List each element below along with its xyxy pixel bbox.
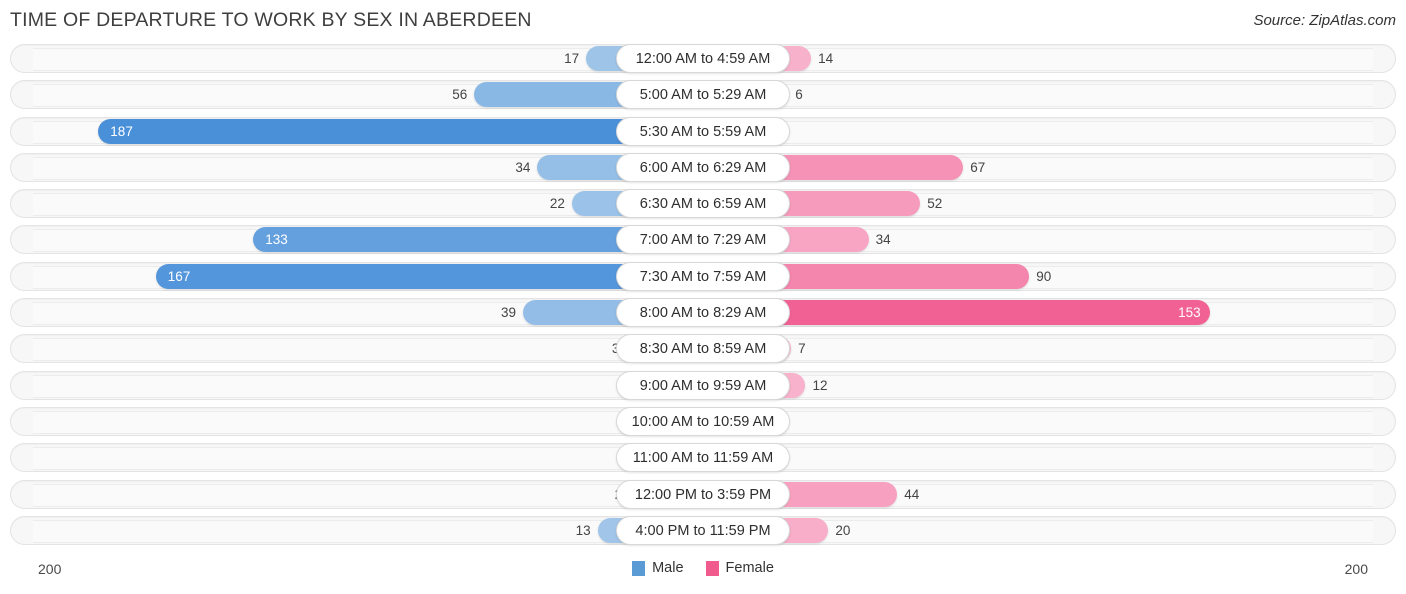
- category-label-pill[interactable]: 5:00 AM to 5:29 AM: [616, 80, 790, 110]
- chart-footer: 200 200 Male Female: [0, 558, 1406, 584]
- value-label-male: 34: [515, 159, 531, 175]
- value-label-female: 14: [818, 51, 834, 66]
- value-label-female: 12: [812, 377, 828, 393]
- legend-label-male: Male: [652, 560, 684, 576]
- value-label-male: 2: [0, 487, 623, 502]
- legend-swatch-female-icon: [705, 560, 719, 576]
- page-title: TIME OF DEPARTURE TO WORK BY SEX IN ABER…: [10, 9, 532, 31]
- category-label-pill[interactable]: 12:00 AM to 4:59 AM: [616, 44, 790, 73]
- chart-row[interactable]: 56 6 5:00 AM to 5:29 AM: [0, 78, 1406, 114]
- value-label-male: 0: [0, 414, 628, 429]
- category-label-pill[interactable]: 12:00 PM to 3:59 PM: [616, 479, 790, 509]
- legend-item-female[interactable]: Female: [705, 560, 774, 576]
- chart-row[interactable]: 0010:00 AM to 10:59 AM: [0, 405, 1406, 441]
- chart-row[interactable]: 18705:30 AM to 5:59 AM: [0, 115, 1406, 151]
- chart-header: TIME OF DEPARTURE TO WORK BY SEX IN ABER…: [0, 0, 1406, 42]
- chart-row[interactable]: 0 12 9:00 AM to 9:59 AM: [0, 369, 1406, 405]
- category-label-pill[interactable]: 5:30 AM to 5:59 AM: [616, 116, 790, 146]
- chart-row[interactable]: 133 34 7:00 AM to 7:29 AM: [0, 223, 1406, 259]
- category-label-pill[interactable]: 7:30 AM to 7:59 AM: [616, 261, 790, 291]
- category-label-pill[interactable]: 6:00 AM to 6:29 AM: [616, 152, 790, 182]
- value-label-male: 22: [549, 196, 565, 212]
- bar-male[interactable]: [98, 118, 703, 144]
- value-label-female: 44: [904, 486, 920, 502]
- chart-row[interactable]: 13 20 4:00 PM to 11:59 PM: [0, 514, 1406, 550]
- category-label-pill[interactable]: 8:30 AM to 8:59 AM: [616, 334, 790, 364]
- value-label-male: 0: [0, 378, 628, 393]
- category-label-pill[interactable]: 6:30 AM to 6:59 AM: [616, 189, 790, 219]
- category-label-pill[interactable]: 8:00 AM to 8:29 AM: [616, 298, 790, 328]
- value-label-male: 187: [110, 123, 133, 139]
- value-label-female: 153: [1178, 305, 1201, 321]
- chart-row[interactable]: 3 7 8:30 AM to 8:59 AM: [0, 332, 1406, 368]
- legend: Male Female: [0, 560, 1406, 576]
- category-label-pill[interactable]: 4:00 PM to 11:59 PM: [616, 515, 790, 545]
- chart-row[interactable]: 0011:00 AM to 11:59 AM: [0, 441, 1406, 477]
- chart-body: 17 14 12:00 AM to 4:59 AM 56 6 5:00 AM to 5:2…: [0, 42, 1406, 550]
- value-label-female: 90: [1036, 268, 1052, 284]
- value-label-male: 3: [0, 341, 620, 356]
- value-label-male: 56: [452, 87, 468, 103]
- chart-row[interactable]: 2 44 12:00 PM to 3:59 PM: [0, 478, 1406, 514]
- legend-label-female: Female: [725, 560, 774, 576]
- value-label-male: 17: [564, 51, 580, 66]
- value-label-male: 13: [575, 522, 591, 538]
- category-label-pill[interactable]: 10:00 AM to 10:59 AM: [616, 406, 790, 436]
- value-label-female: 67: [970, 159, 986, 175]
- category-label-pill[interactable]: 11:00 AM to 11:59 AM: [616, 443, 790, 473]
- value-label-male: 39: [501, 305, 517, 321]
- chart-row[interactable]: 17 14 12:00 AM to 4:59 AM: [0, 42, 1406, 78]
- value-label-female: 6: [795, 87, 803, 103]
- value-label-female: 20: [835, 522, 851, 538]
- value-label-male: 167: [167, 268, 191, 284]
- value-label-male: 133: [265, 232, 288, 248]
- value-label-male: 0: [0, 450, 628, 465]
- value-label-female: 7: [798, 341, 806, 357]
- value-label-female: 34: [875, 232, 891, 248]
- legend-swatch-male-icon: [632, 560, 646, 576]
- chart-row[interactable]: 22 52 6:30 AM to 6:59 AM: [0, 187, 1406, 223]
- source-attribution: Source: ZipAtlas.com: [1253, 12, 1396, 29]
- category-label-pill[interactable]: 7:00 AM to 7:29 AM: [616, 225, 790, 255]
- value-label-female: 52: [927, 196, 943, 212]
- legend-item-male[interactable]: Male: [632, 560, 684, 576]
- chart-row[interactable]: 34 67 6:00 AM to 6:29 AM: [0, 151, 1406, 187]
- chart-row[interactable]: 39 153 8:00 AM to 8:29 AM: [0, 296, 1406, 332]
- chart-row[interactable]: 167 90 7:30 AM to 7:59 AM: [0, 260, 1406, 296]
- category-label-pill[interactable]: 9:00 AM to 9:59 AM: [616, 370, 790, 400]
